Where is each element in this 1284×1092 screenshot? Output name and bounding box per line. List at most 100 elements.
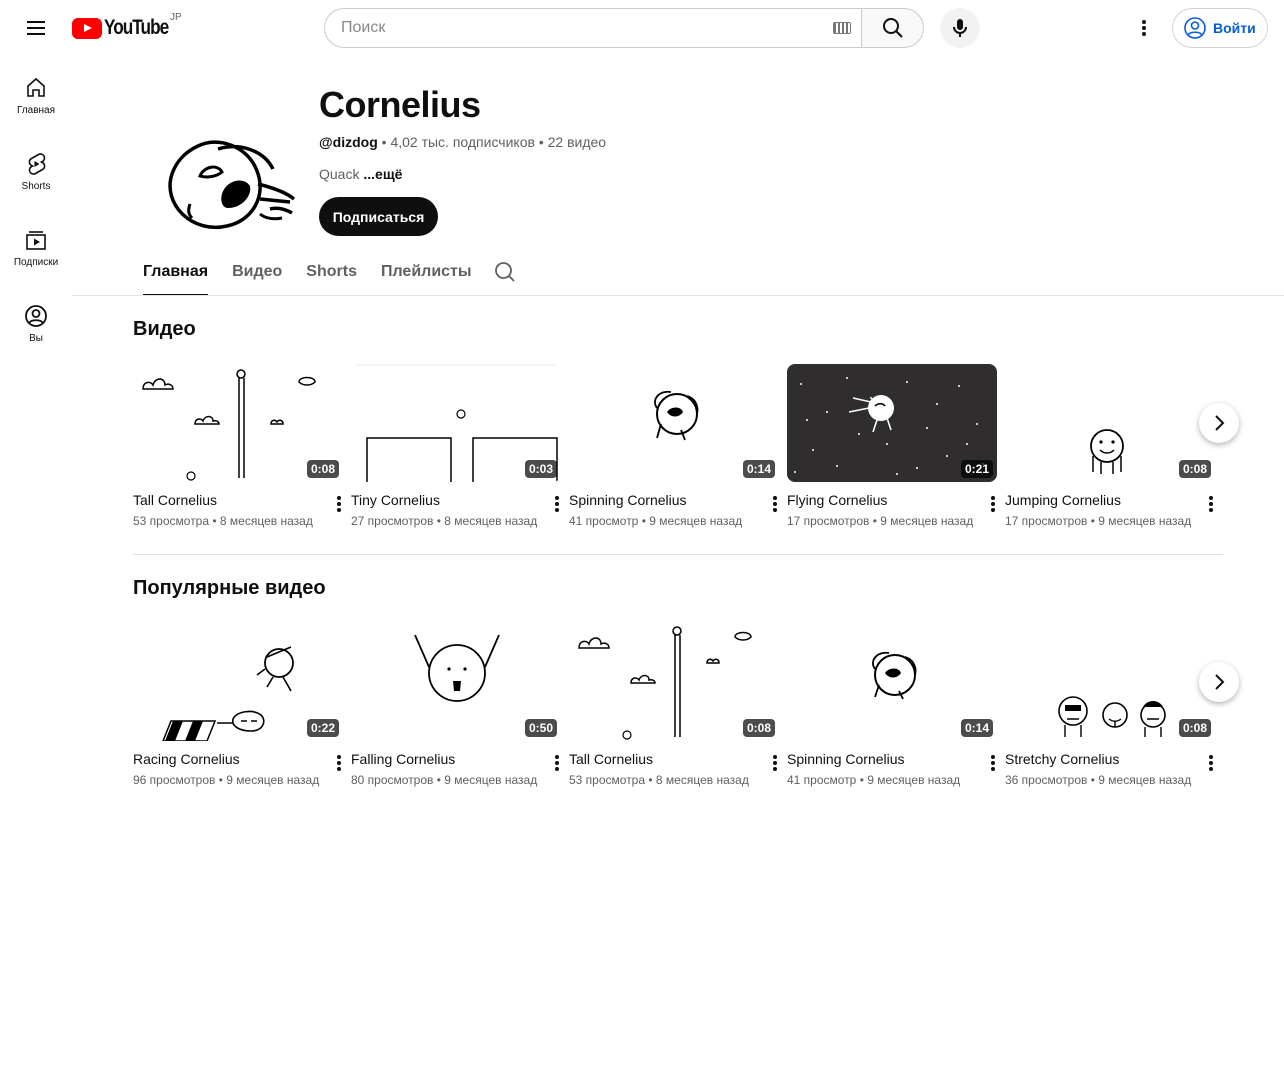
voice-search-button[interactable] [940,8,980,48]
tab-shorts[interactable]: Shorts [306,250,357,296]
video-menu-button[interactable] [981,492,1005,516]
tab-home[interactable]: Главная [143,250,209,296]
tab-playlists[interactable]: Плейлисты [381,250,472,296]
video-thumbnail[interactable]: 0:08 [133,364,343,482]
video-card[interactable]: 0:14 Spinning Cornelius 41 просмотр • 9 … [787,623,997,787]
video-title[interactable]: Tall Cornelius [133,492,343,510]
description-text: Quack [319,166,360,182]
search-button[interactable] [861,8,924,48]
publish-age: 9 месяцев назад [1098,514,1192,528]
channel-search-button[interactable] [493,260,517,289]
search-input[interactable] [341,19,801,37]
sidebar-item-you[interactable]: Вы [0,284,72,360]
view-count: 36 просмотров [1005,773,1088,787]
video-title[interactable]: Racing Cornelius [133,751,343,769]
video-duration: 0:08 [1178,719,1211,737]
shelf-title-videos[interactable]: Видео [133,318,196,341]
video-card[interactable]: 0:08 Jumping Cornelius 17 просмотров • 9… [1005,364,1215,528]
video-menu-button[interactable] [1199,751,1223,775]
video-thumbnail[interactable]: 0:50 [351,623,561,741]
sidebar-item-subscriptions[interactable]: Подписки [0,208,72,284]
video-metadata: 41 просмотр • 9 месяцев назад [787,773,997,787]
keyboard-icon[interactable] [833,22,851,34]
video-thumbnail[interactable]: 0:08 [1005,364,1215,482]
view-count: 53 просмотра [569,773,646,787]
video-menu-button[interactable] [327,751,351,775]
video-title[interactable]: Tall Cornelius [569,751,779,769]
video-menu-button[interactable] [545,751,569,775]
video-menu-button[interactable] [763,492,787,516]
video-thumbnail[interactable]: 0:08 [1005,623,1215,741]
account-circle-icon [1184,17,1206,39]
guide-menu-button[interactable] [16,8,56,48]
search-icon [495,262,515,282]
tab-videos[interactable]: Видео [232,250,282,296]
video-thumbnail[interactable]: 0:08 [569,623,779,741]
sidebar-item-label: Shorts [21,181,51,192]
youtube-play-icon [72,17,102,39]
sidebar-item-label: Подписки [13,257,59,268]
video-card[interactable]: 0:21 Flying Cornelius 17 просмотров • 9 … [787,364,997,528]
video-title[interactable]: Falling Cornelius [351,751,561,769]
video-duration: 0:03 [524,460,557,478]
region-code: JP [170,12,182,23]
settings-more-button[interactable] [1124,8,1164,48]
vertical-dots-icon [337,755,341,771]
hamburger-icon [27,21,45,35]
vertical-dots-icon [555,496,559,512]
vertical-dots-icon [1209,496,1213,512]
channel-description[interactable]: Quack ...ещё [319,166,402,182]
video-thumbnail[interactable]: 0:03 [351,364,561,482]
channel-title: Cornelius [319,84,481,125]
video-card[interactable]: 0:08 Stretchy Cornelius 36 просмотров • … [1005,623,1215,787]
subscriptions-icon [26,231,46,250]
video-thumbnail[interactable]: 0:14 [787,623,997,741]
sign-in-button[interactable]: Войти [1172,8,1268,48]
video-card[interactable]: 0:50 Falling Cornelius 80 просмотров • 9… [351,623,561,787]
video-title[interactable]: Flying Cornelius [787,492,997,510]
publish-age: 9 месяцев назад [880,514,974,528]
description-more-link[interactable]: ...ещё [363,166,402,182]
subscribe-button[interactable]: Подписаться [319,197,438,236]
sidebar-item-label: Главная [16,105,56,116]
video-thumbnail[interactable]: 0:22 [133,623,343,741]
video-title[interactable]: Tiny Cornelius [351,492,561,510]
video-card[interactable]: 0:22 Racing Cornelius 96 просмотров • 9 … [133,623,343,787]
sidebar-item-shorts[interactable]: Shorts [0,132,72,208]
home-icon [27,77,45,97]
search-icon [882,18,903,38]
meta-separator: • [859,773,864,787]
video-duration: 0:08 [742,719,775,737]
video-title[interactable]: Spinning Cornelius [569,492,779,510]
sidebar-item-home[interactable]: Главная [0,56,72,132]
video-card[interactable]: 0:08 Tall Cornelius 53 просмотра • 8 мес… [569,623,779,787]
video-title[interactable]: Spinning Cornelius [787,751,997,769]
video-title[interactable]: Stretchy Cornelius [1005,751,1215,769]
shelf-next-button[interactable] [1199,662,1239,702]
video-card[interactable]: 0:03 Tiny Cornelius 27 просмотров • 8 ме… [351,364,561,528]
video-card[interactable]: 0:08 Tall Cornelius 53 просмотра • 8 мес… [133,364,343,528]
video-menu-button[interactable] [327,492,351,516]
meta-separator: • [641,514,646,528]
video-menu-button[interactable] [1199,492,1223,516]
video-card[interactable]: 0:14 Spinning Cornelius 41 просмотр • 9 … [569,364,779,528]
video-title[interactable]: Jumping Cornelius [1005,492,1215,510]
video-duration: 0:14 [960,719,993,737]
publish-age: 9 месяцев назад [226,773,320,787]
video-menu-button[interactable] [545,492,569,516]
shelf-next-button[interactable] [1199,403,1239,443]
video-thumbnail[interactable]: 0:21 [787,364,997,482]
channel-tabs: Главная Видео Shorts Плейлисты [143,250,496,296]
youtube-logo[interactable]: YouTube [72,16,182,40]
microphone-icon [953,19,967,37]
publish-age: 9 месяцев назад [1098,773,1192,787]
video-duration: 0:14 [742,460,775,478]
video-menu-button[interactable] [763,751,787,775]
shelf-title-popular[interactable]: Популярные видео [133,577,326,600]
meta-separator: • [1090,773,1095,787]
video-thumbnail[interactable]: 0:14 [569,364,779,482]
video-menu-button[interactable] [981,751,1005,775]
chevron-right-icon [1215,415,1225,431]
publish-age: 9 месяцев назад [444,773,538,787]
video-metadata: 53 просмотра • 8 месяцев назад [569,773,779,787]
